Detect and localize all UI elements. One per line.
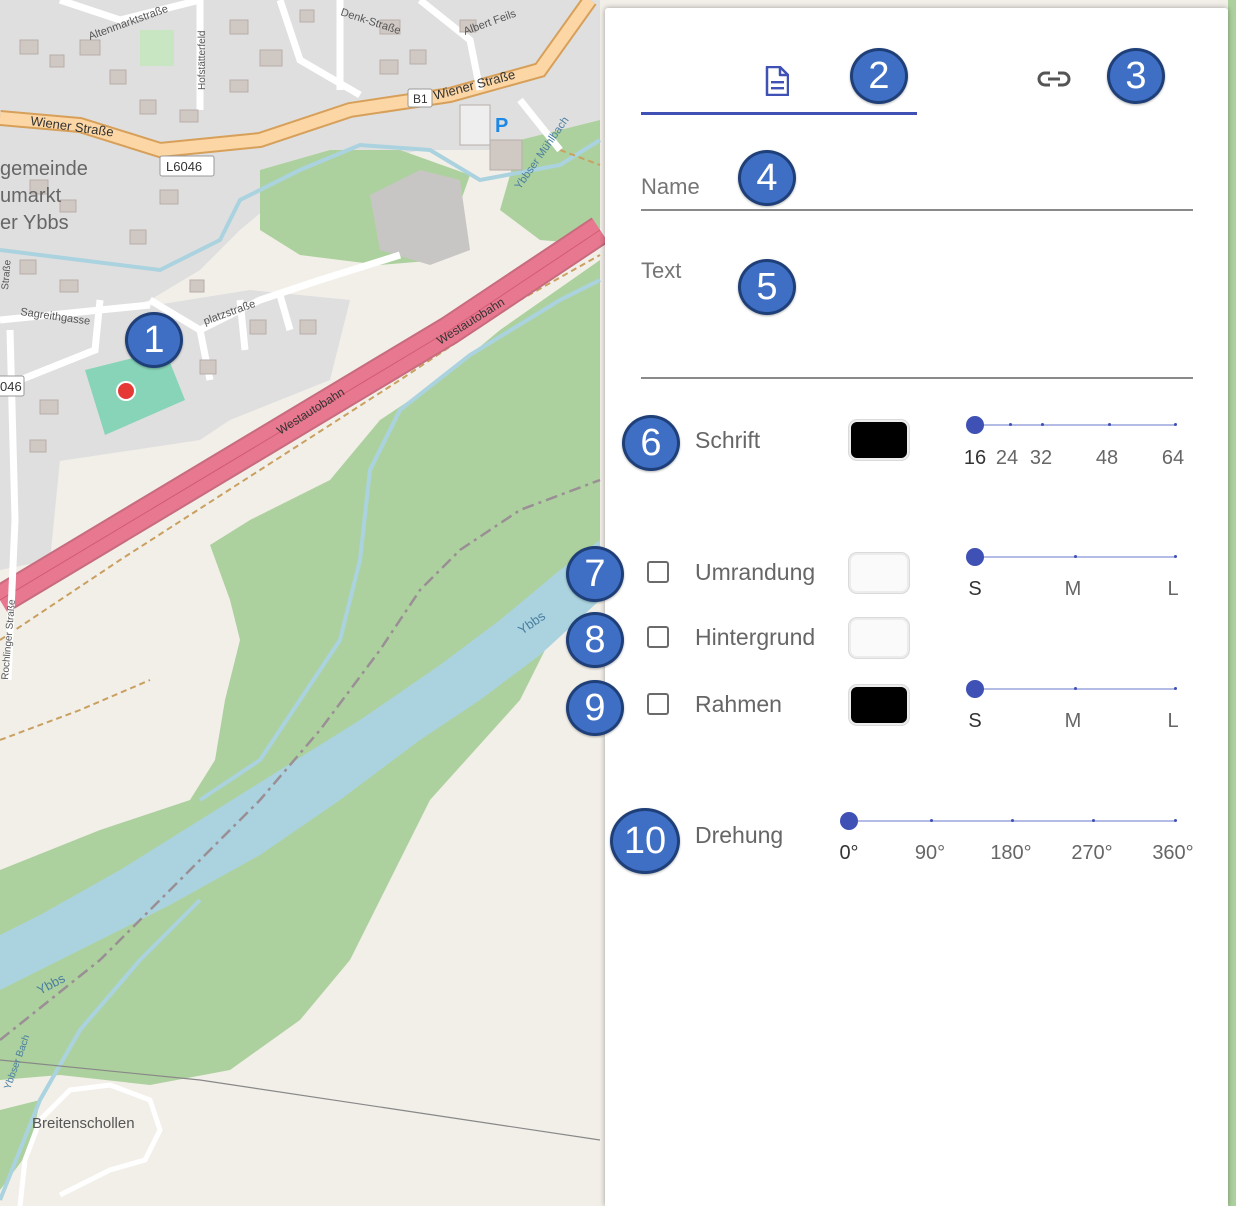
slider-tick [1174,687,1177,690]
rotation-label: Drehung [695,822,784,848]
callout-badge-6: 6 [622,415,680,471]
text-field-underline [641,377,1193,379]
font-color-swatch[interactable] [849,420,909,460]
font-size-tick-24: 24 [995,447,1019,469]
callout-badge-9: 9 [566,680,624,736]
svg-text:B1: B1 [413,92,428,106]
background-color-swatch[interactable] [849,618,909,658]
text-field[interactable]: Text [641,253,1193,381]
outline-checkbox[interactable] [647,561,669,583]
slider-tick [1074,687,1077,690]
svg-text:P: P [495,115,508,137]
slider-tick [1011,819,1014,822]
name-field-label: Name [641,174,700,199]
outline-size-slider[interactable] [966,542,1177,572]
callout-badge-4: 4 [738,150,796,206]
active-tab-indicator [641,112,917,115]
name-field[interactable]: Name [641,158,1193,212]
callout-badge-2: 2 [850,48,908,104]
frame-checkbox[interactable] [647,693,669,715]
svg-text:L6046: L6046 [166,159,202,174]
callout-badge-5: 5 [738,259,796,315]
link-icon [1037,70,1071,88]
svg-text:046: 046 [0,379,22,394]
frame-size-tick-m: M [1064,710,1082,732]
rotation-slider[interactable] [840,806,1177,836]
frame-size-tick-s: S [968,710,982,732]
callout-badge-1: 1 [125,312,183,368]
outline-label: Umrandung [695,559,816,585]
slider-tick [1174,423,1177,426]
svg-text:Breitenschollen: Breitenschollen [32,1115,135,1132]
font-size-tick-48: 48 [1095,447,1119,469]
slider-tick [1174,555,1177,558]
frame-label: Rahmen [695,691,782,717]
font-label: Schrift [695,427,761,453]
slider-thumb[interactable] [966,416,984,434]
annotation-panel: Name Text Schrift 16 24 32 48 64 Umrandu… [605,8,1228,1206]
slider-tick [930,819,933,822]
rotation-tick-90: 90° [914,842,946,864]
callout-badge-8: 8 [566,612,624,668]
callout-badge-3: 3 [1107,48,1165,104]
background-label: Hintergrund [695,624,816,650]
background-checkbox[interactable] [647,626,669,648]
svg-text:Hofstätterfeld: Hofstätterfeld [197,31,208,90]
font-size-slider[interactable] [966,410,1177,440]
slider-thumb[interactable] [966,680,984,698]
document-icon [765,66,789,96]
frame-size-slider[interactable] [966,674,1177,704]
slider-tick [1108,423,1111,426]
rotation-tick-180: 180° [990,842,1032,864]
slider-tick [1092,819,1095,822]
slider-tick [1009,423,1012,426]
font-size-tick-16: 16 [963,447,987,469]
slider-tick [1074,555,1077,558]
font-size-tick-32: 32 [1029,447,1053,469]
outline-size-tick-s: S [968,578,982,600]
name-field-underline [641,209,1193,211]
svg-text:er Ybbs: er Ybbs [0,212,69,234]
frame-color-swatch[interactable] [849,685,909,725]
outline-size-tick-m: M [1064,578,1082,600]
callout-badge-7: 7 [566,546,624,602]
outline-size-tick-l: L [1167,578,1179,600]
frame-size-tick-l: L [1167,710,1179,732]
slider-tick [1041,423,1044,426]
slider-track [975,424,1175,426]
svg-text:umarkt: umarkt [0,185,62,207]
slider-thumb[interactable] [840,812,858,830]
rotation-tick-360: 360° [1152,842,1194,864]
rotation-tick-270: 270° [1071,842,1113,864]
callout-badge-10: 10 [610,808,680,874]
outline-color-swatch[interactable] [849,553,909,593]
text-field-label: Text [641,258,682,283]
font-size-tick-64: 64 [1161,447,1185,469]
rotation-tick-0: 0° [839,842,859,864]
slider-thumb[interactable] [966,548,984,566]
slider-tick [1174,819,1177,822]
svg-text:gemeinde: gemeinde [0,158,88,180]
